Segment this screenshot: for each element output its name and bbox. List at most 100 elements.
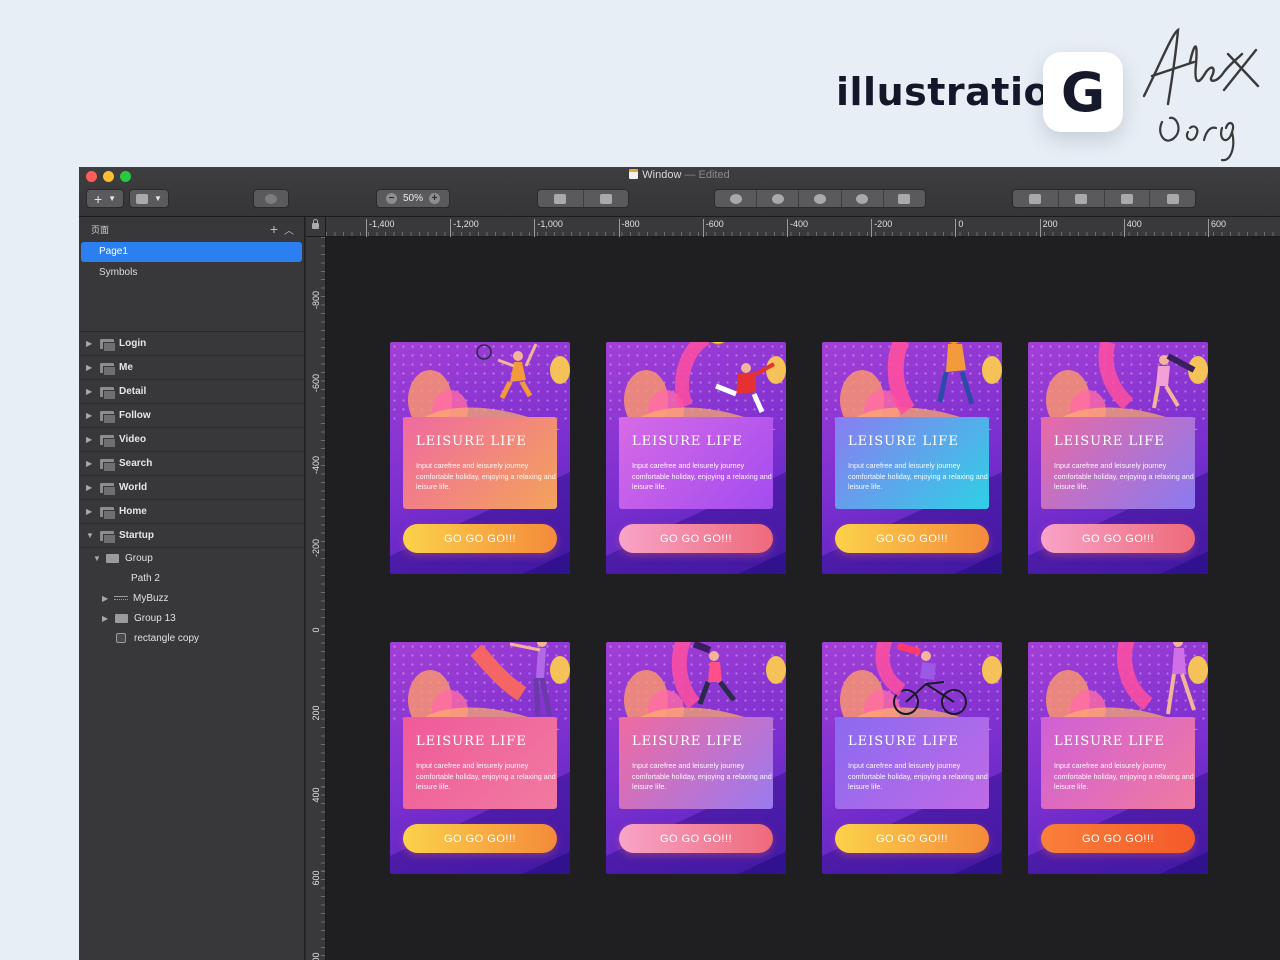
layer-label: Path 2 bbox=[131, 572, 160, 584]
artboard-row-home[interactable]: ▶ Home bbox=[79, 500, 304, 524]
document-icon bbox=[629, 169, 639, 179]
layer-row[interactable]: Path 2 bbox=[79, 568, 304, 588]
artboard-label: World bbox=[119, 482, 148, 493]
artboard-row-video[interactable]: ▶ Video bbox=[79, 428, 304, 452]
artboard-row-detail[interactable]: ▶ Detail bbox=[79, 380, 304, 404]
artboard-label: Me bbox=[119, 362, 133, 373]
go-button[interactable]: GO GO GO!!! bbox=[1041, 524, 1195, 553]
artboard-row-login[interactable]: ▶ Login bbox=[79, 332, 304, 356]
view-toggle-group bbox=[537, 189, 629, 208]
artboard-icon bbox=[100, 362, 116, 376]
leisure-card-tennis[interactable]: LEISURE LIFE Input carefree and leisurely… bbox=[390, 342, 570, 574]
bring-front-button[interactable] bbox=[1105, 190, 1151, 207]
intersect-button[interactable] bbox=[799, 190, 842, 207]
go-button[interactable]: GO GO GO!!! bbox=[619, 524, 773, 553]
lock-icon bbox=[312, 219, 319, 229]
layers-button[interactable]: ▼ bbox=[129, 189, 169, 208]
layer-row[interactable]: rectangle copy bbox=[79, 628, 304, 648]
card-description: Input carefree and leisurely journey com… bbox=[1054, 461, 1194, 491]
card-panel: LEISURE LIFE Input carefree and leisurely… bbox=[619, 717, 773, 809]
window-title: Window — Edited bbox=[79, 169, 1280, 181]
ruler-tick-label: -400 bbox=[787, 219, 808, 237]
go-button[interactable]: GO GO GO!!! bbox=[619, 824, 773, 853]
difference-button[interactable] bbox=[842, 190, 884, 207]
layer-row[interactable]: ▼ Group bbox=[79, 548, 304, 568]
path-icon bbox=[114, 596, 128, 600]
chevron-down-icon: ▼ bbox=[154, 194, 162, 203]
layer-row[interactable]: ▶ MyBuzz bbox=[79, 588, 304, 608]
insert-button[interactable]: + ▼ bbox=[86, 189, 124, 208]
disclosure-open-icon[interactable]: ▼ bbox=[86, 531, 96, 540]
zoom-to-selection-button[interactable] bbox=[538, 190, 584, 207]
layers-sidebar: 页面 + ︿ Page1 Symbols ▶ Login ▶ Me ▶ Detail ▶ Fol… bbox=[79, 217, 305, 960]
zoom-value[interactable]: 50% bbox=[397, 193, 429, 204]
ruler-tick-label: 200 bbox=[306, 705, 326, 720]
leisure-card-dancer[interactable]: LEISURE LIFE Input carefree and leisurely… bbox=[1028, 642, 1208, 874]
send-back-button[interactable] bbox=[1150, 190, 1195, 207]
disclosure-open-icon[interactable]: ▼ bbox=[93, 554, 103, 563]
leisure-card-yoga[interactable]: LEISURE LIFE Input carefree and leisurely… bbox=[390, 642, 570, 874]
disclosure-closed-icon[interactable]: ▶ bbox=[86, 363, 96, 372]
sync-button[interactable] bbox=[253, 189, 289, 208]
disclosure-closed-icon[interactable]: ▶ bbox=[86, 387, 96, 396]
leisure-card-cyclist[interactable]: LEISURE LIFE Input carefree and leisurely… bbox=[822, 642, 1002, 874]
artboard-icon bbox=[100, 410, 116, 424]
disclosure-closed-icon[interactable]: ▶ bbox=[102, 594, 112, 603]
artboard-label: Startup bbox=[119, 530, 154, 541]
go-button[interactable]: GO GO GO!!! bbox=[403, 824, 557, 853]
horizontal-ruler[interactable]: -1,400 -1,200 -1,000 -800 -600 -400 -200 0 200 40… bbox=[326, 217, 1280, 237]
artboard-row-me[interactable]: ▶ Me bbox=[79, 356, 304, 380]
send-backward-button[interactable] bbox=[1059, 190, 1105, 207]
disclosure-closed-icon[interactable]: ▶ bbox=[86, 435, 96, 444]
backward-icon bbox=[1075, 193, 1088, 204]
leisure-card-soccer[interactable]: LEISURE LIFE Input carefree and leisurely… bbox=[606, 342, 786, 574]
card-title: LEISURE LIFE bbox=[416, 434, 527, 449]
disclosure-closed-icon[interactable]: ▶ bbox=[86, 507, 96, 516]
artboard-icon bbox=[100, 434, 116, 448]
boolean-ops-group bbox=[714, 189, 926, 208]
zoom-in-button[interactable]: + bbox=[429, 193, 440, 204]
artboard-row-startup[interactable]: ▼ Startup bbox=[79, 524, 304, 548]
card-title: LEISURE LIFE bbox=[848, 734, 959, 749]
page-item-symbols[interactable]: Symbols bbox=[81, 263, 302, 283]
subtract-button[interactable] bbox=[757, 190, 800, 207]
disclosure-closed-icon[interactable]: ▶ bbox=[86, 459, 96, 468]
union-icon bbox=[729, 193, 742, 204]
artboard-row-follow[interactable]: ▶ Follow bbox=[79, 404, 304, 428]
zoom-to-canvas-button[interactable] bbox=[584, 190, 629, 207]
edit-path-button[interactable] bbox=[884, 190, 925, 207]
disclosure-closed-icon[interactable]: ▶ bbox=[86, 483, 96, 492]
artboard-row-world[interactable]: ▶ World bbox=[79, 476, 304, 500]
go-button[interactable]: GO GO GO!!! bbox=[835, 524, 989, 553]
ruler-tick-label: 0 bbox=[955, 219, 963, 237]
ruler-tick-label: 400 bbox=[306, 787, 326, 802]
ruler-corner[interactable] bbox=[306, 217, 326, 237]
card-title: LEISURE LIFE bbox=[1054, 734, 1165, 749]
add-page-icon[interactable]: + bbox=[270, 221, 278, 237]
disclosure-closed-icon[interactable]: ▶ bbox=[86, 339, 96, 348]
card-title: LEISURE LIFE bbox=[632, 734, 743, 749]
leisure-card-volleyball[interactable]: LEISURE LIFE Input carefree and leisurely… bbox=[1028, 342, 1208, 574]
go-button[interactable]: GO GO GO!!! bbox=[835, 824, 989, 853]
ruler-tick-label: 400 bbox=[1123, 219, 1142, 237]
zoom-out-button[interactable]: − bbox=[385, 193, 397, 204]
layer-row[interactable]: ▶ Group 13 bbox=[79, 608, 304, 628]
artboard-icon bbox=[100, 338, 116, 352]
page-item-page1[interactable]: Page1 bbox=[81, 242, 302, 262]
ruler-tick-label: -1,200 bbox=[450, 219, 479, 237]
disclosure-closed-icon[interactable]: ▶ bbox=[102, 614, 112, 623]
card-description: Input carefree and leisurely journey com… bbox=[848, 461, 988, 491]
go-button[interactable]: GO GO GO!!! bbox=[403, 524, 557, 553]
disclosure-closed-icon[interactable]: ▶ bbox=[86, 411, 96, 420]
rectangle-icon bbox=[116, 633, 126, 643]
artboard-label: Home bbox=[119, 506, 147, 517]
bring-forward-button[interactable] bbox=[1013, 190, 1059, 207]
leisure-card-runner[interactable]: LEISURE LIFE Input carefree and leisurely… bbox=[606, 642, 786, 874]
leisure-card-skater[interactable]: LEISURE LIFE Input carefree and leisurely… bbox=[822, 342, 1002, 574]
go-button[interactable]: GO GO GO!!! bbox=[1041, 824, 1195, 853]
canvas[interactable]: -1,400 -1,200 -1,000 -800 -600 -400 -200 0 200 40… bbox=[306, 217, 1280, 960]
collapse-pages-icon[interactable]: ︿ bbox=[284, 222, 294, 237]
artboard-row-search[interactable]: ▶ Search bbox=[79, 452, 304, 476]
vertical-ruler[interactable]: -800 -600 -400 -200 0 200 400 600 800 bbox=[306, 237, 326, 960]
union-button[interactable] bbox=[715, 190, 758, 207]
